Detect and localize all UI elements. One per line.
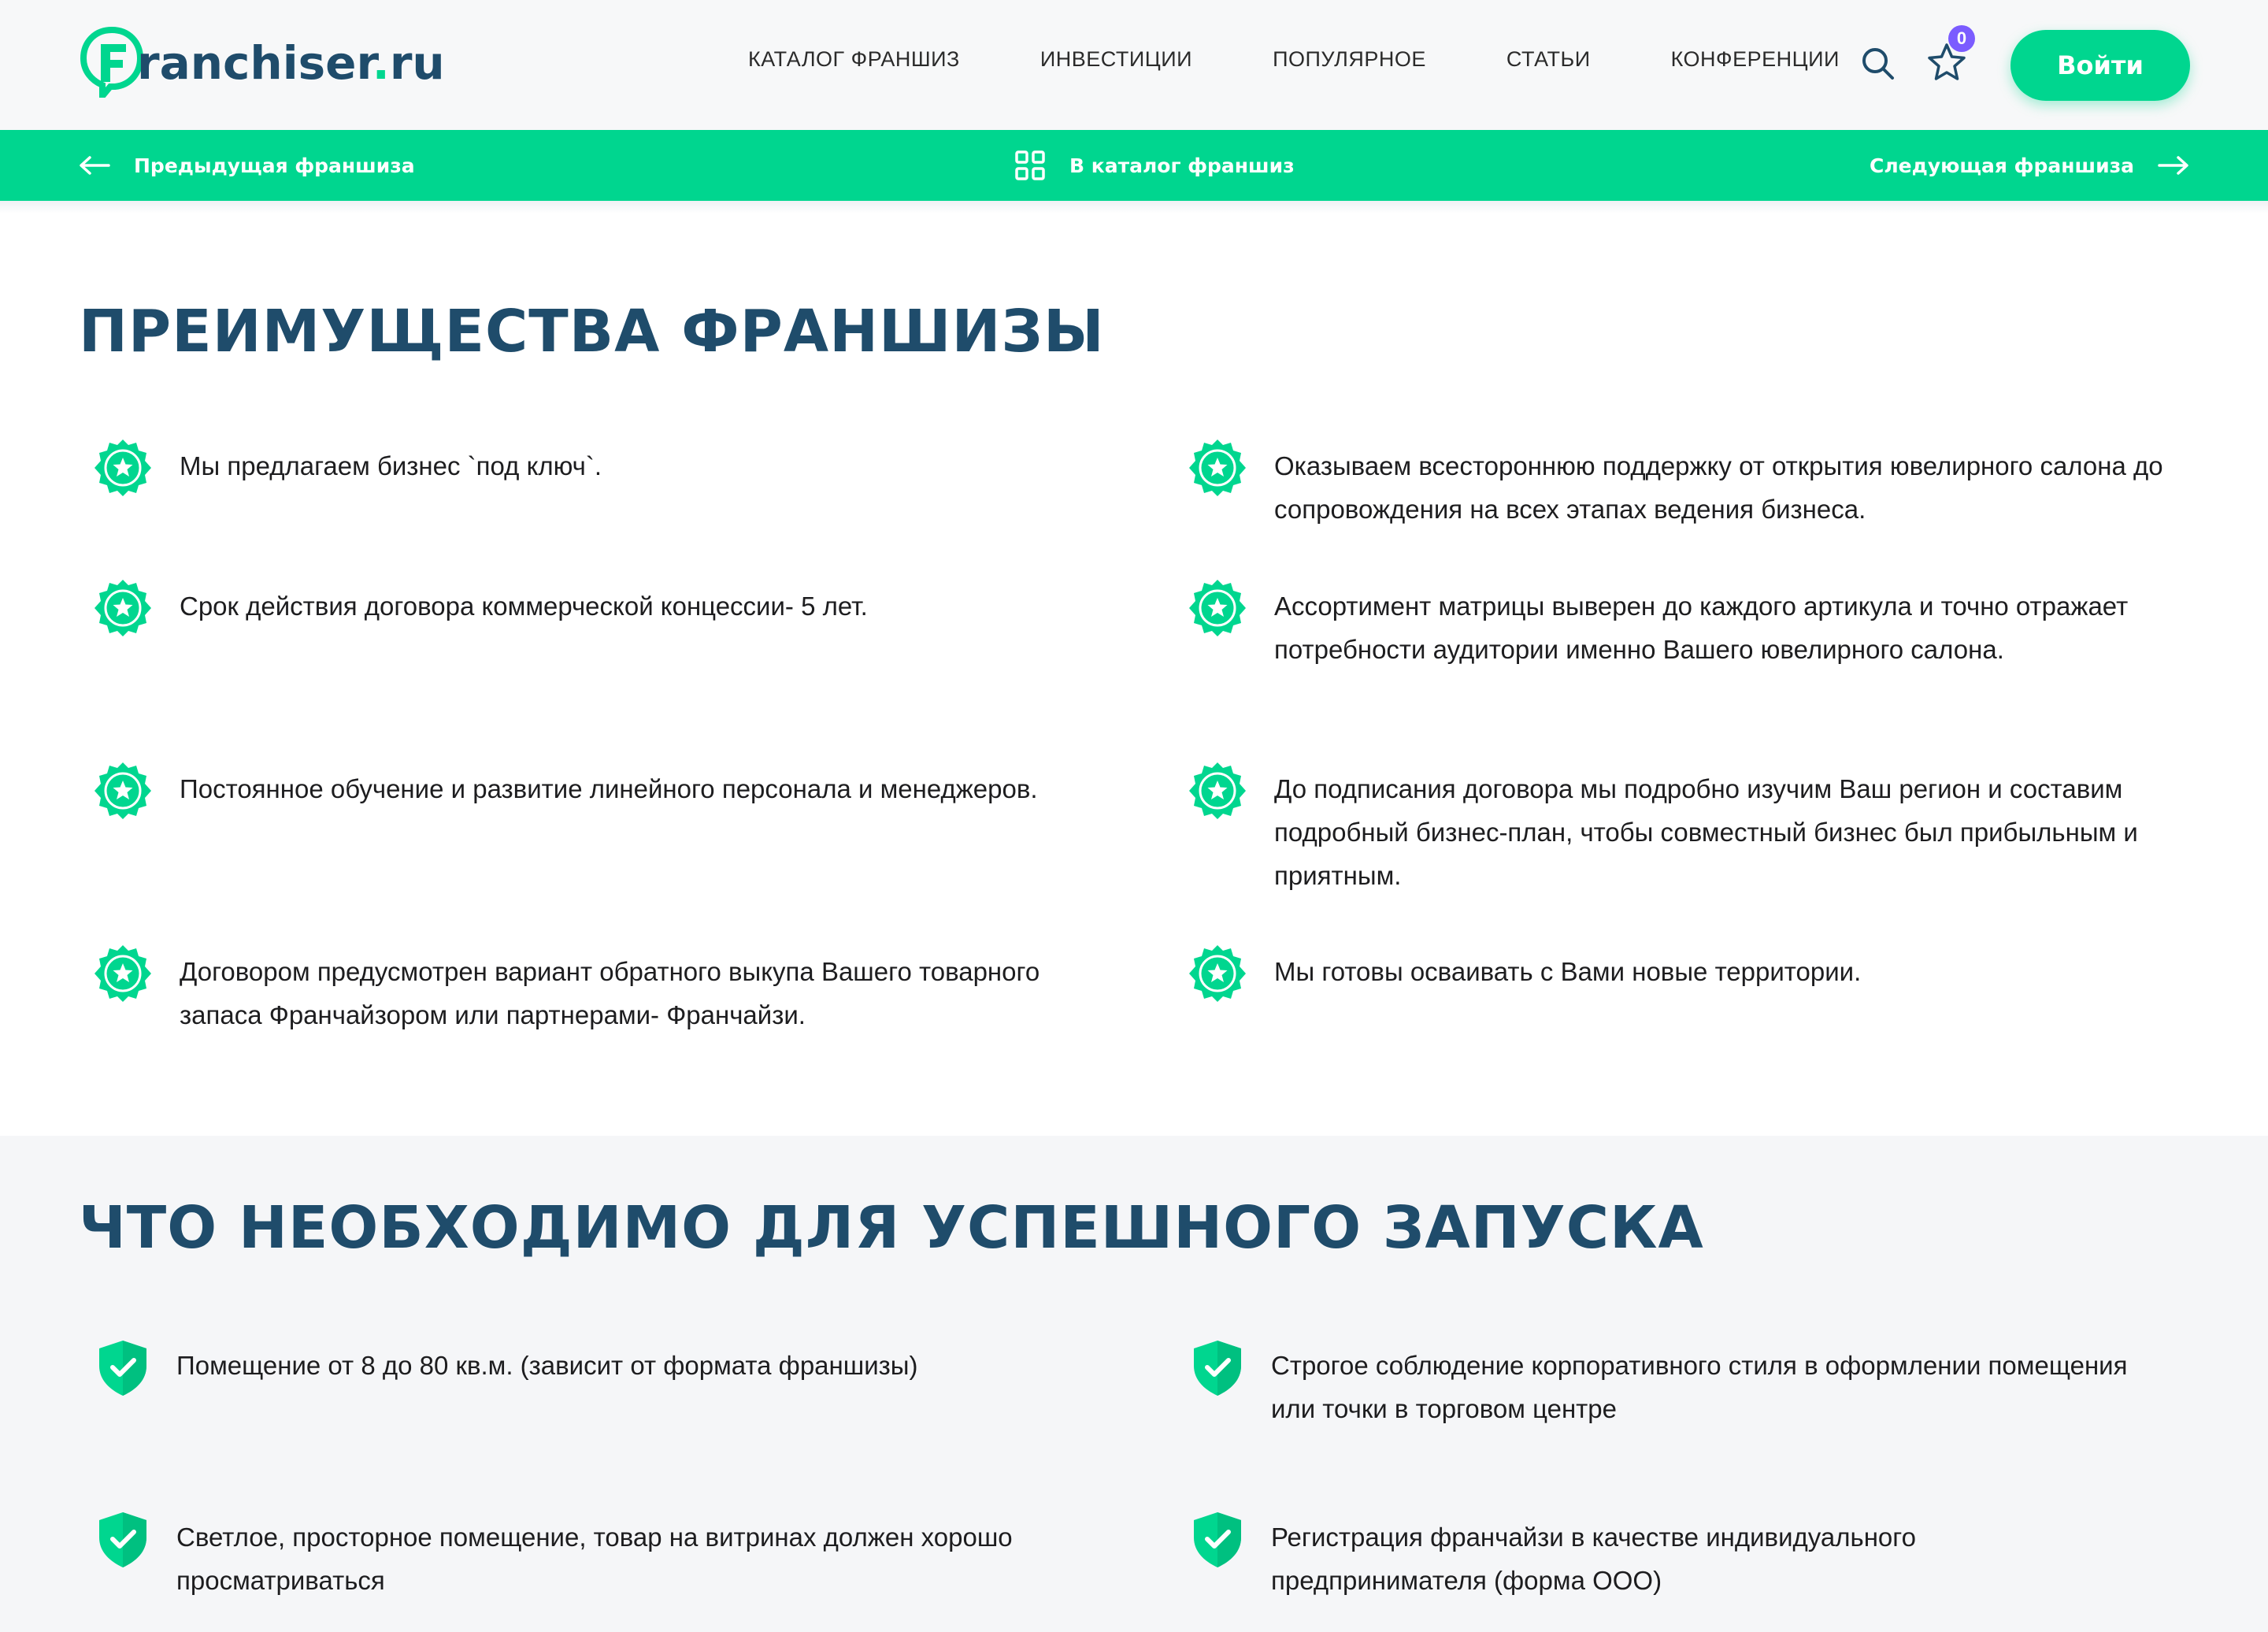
shield-check-icon — [93, 1337, 153, 1397]
advantage-text: Срок действия договора коммерческой конц… — [180, 592, 868, 621]
advantage-item: Ассортимент матрицы выверен до каждого а… — [1188, 584, 2203, 671]
next-franchise-link[interactable]: Следующая франшиза — [1870, 130, 2189, 201]
advantages-title: ПРЕИМУЩЕСТВА ФРАНШИЗЫ — [79, 298, 1105, 365]
requirement-text: Регистрация франчайзи в качестве индивид… — [1271, 1523, 1916, 1595]
previous-franchise-link[interactable]: Предыдущая франшиза — [79, 130, 415, 201]
star-badge-icon — [93, 761, 153, 821]
requirement-item: Строгое соблюдение корпоративного стиля … — [1188, 1344, 2133, 1430]
requirement-text: Светлое, просторное помещение, товар на … — [176, 1523, 1013, 1595]
site-logo[interactable]: ranchiser.ru — [79, 24, 445, 99]
requirement-text: Строгое соблюдение корпоративного стиля … — [1271, 1351, 2128, 1423]
advantage-item: Мы готовы осваивать с Вами новые террито… — [1188, 950, 2203, 1003]
advantage-item: Срок действия договора коммерческой конц… — [93, 584, 1062, 638]
star-badge-icon — [93, 438, 153, 498]
site-header: ranchiser.ru КАТАЛОГ ФРАНШИЗ ИНВЕСТИЦИИ … — [0, 0, 2268, 130]
star-badge-icon — [93, 944, 153, 1003]
arrow-right-icon — [2158, 156, 2188, 175]
previous-franchise-label: Предыдущая франшиза — [134, 154, 415, 177]
login-button[interactable]: Войти — [2010, 30, 2190, 101]
advantage-text: Договором предусмотрен вариант обратного… — [180, 957, 1040, 1029]
advantage-item: До подписания договора мы подробно изучи… — [1188, 767, 2203, 897]
catalog-link[interactable]: В каталог франшиз — [1014, 130, 1295, 201]
franchise-navigation-bar: Предыдущая франшиза В каталог франшиз Сл… — [0, 130, 2268, 201]
advantage-item: Договором предусмотрен вариант обратного… — [93, 950, 1062, 1037]
advantage-text: Ассортимент матрицы выверен до каждого а… — [1274, 592, 2129, 664]
grid-icon — [1015, 150, 1045, 180]
advantage-text: Мы готовы осваивать с Вами новые террито… — [1274, 957, 1862, 986]
main-nav: КАТАЛОГ ФРАНШИЗ ИНВЕСТИЦИИ ПОПУЛЯРНОЕ СТ… — [748, 47, 1840, 72]
arrow-left-icon — [80, 156, 110, 175]
advantage-item: Оказываем всестороннюю поддержку от откр… — [1188, 444, 2203, 531]
logo-f-icon — [80, 26, 144, 98]
catalog-label: В каталог франшиз — [1069, 154, 1295, 177]
requirements-title: ЧТО НЕОБХОДИМО ДЛЯ УСПЕШНОГО ЗАПУСКА — [79, 1194, 1704, 1262]
star-badge-icon — [1188, 578, 1247, 638]
nav-conferences[interactable]: КОНФЕРЕНЦИИ — [1671, 47, 1840, 72]
advantage-text: До подписания договора мы подробно изучи… — [1274, 774, 2138, 890]
advantage-text: Постоянное обучение и развитие линейного… — [180, 774, 1038, 803]
star-badge-icon — [1188, 438, 1247, 498]
advantage-text: Мы предлагаем бизнес `под ключ`. — [180, 451, 602, 480]
next-franchise-label: Следующая франшиза — [1870, 154, 2134, 177]
advantage-item: Мы предлагаем бизнес `под ключ`. — [93, 444, 1062, 498]
nav-investments[interactable]: ИНВЕСТИЦИИ — [1040, 47, 1192, 72]
favorites-count-badge: 0 — [1948, 25, 1975, 52]
star-badge-icon — [93, 578, 153, 638]
requirement-item: Помещение от 8 до 80 кв.м. (зависит от ф… — [93, 1344, 1085, 1397]
star-badge-icon — [1188, 944, 1247, 1003]
requirement-item: Регистрация франчайзи в качестве индивид… — [1188, 1515, 2133, 1602]
bar-shadow — [0, 201, 2268, 213]
search-icon[interactable] — [1860, 46, 1896, 82]
requirement-text: Помещение от 8 до 80 кв.м. (зависит от ф… — [176, 1351, 918, 1380]
shield-check-icon — [1188, 1509, 1247, 1569]
requirement-item: Светлое, просторное помещение, товар на … — [93, 1515, 1085, 1602]
shield-check-icon — [93, 1509, 153, 1569]
nav-popular[interactable]: ПОПУЛЯРНОЕ — [1273, 47, 1426, 72]
star-badge-icon — [1188, 761, 1247, 821]
advantage-item: Постоянное обучение и развитие линейного… — [93, 767, 1062, 821]
nav-catalog[interactable]: КАТАЛОГ ФРАНШИЗ — [748, 47, 960, 72]
logo-text: ranchiser.ru — [137, 36, 445, 90]
nav-articles[interactable]: СТАТЬИ — [1506, 47, 1591, 72]
advantage-text: Оказываем всестороннюю поддержку от откр… — [1274, 451, 2163, 524]
shield-check-icon — [1188, 1337, 1247, 1397]
